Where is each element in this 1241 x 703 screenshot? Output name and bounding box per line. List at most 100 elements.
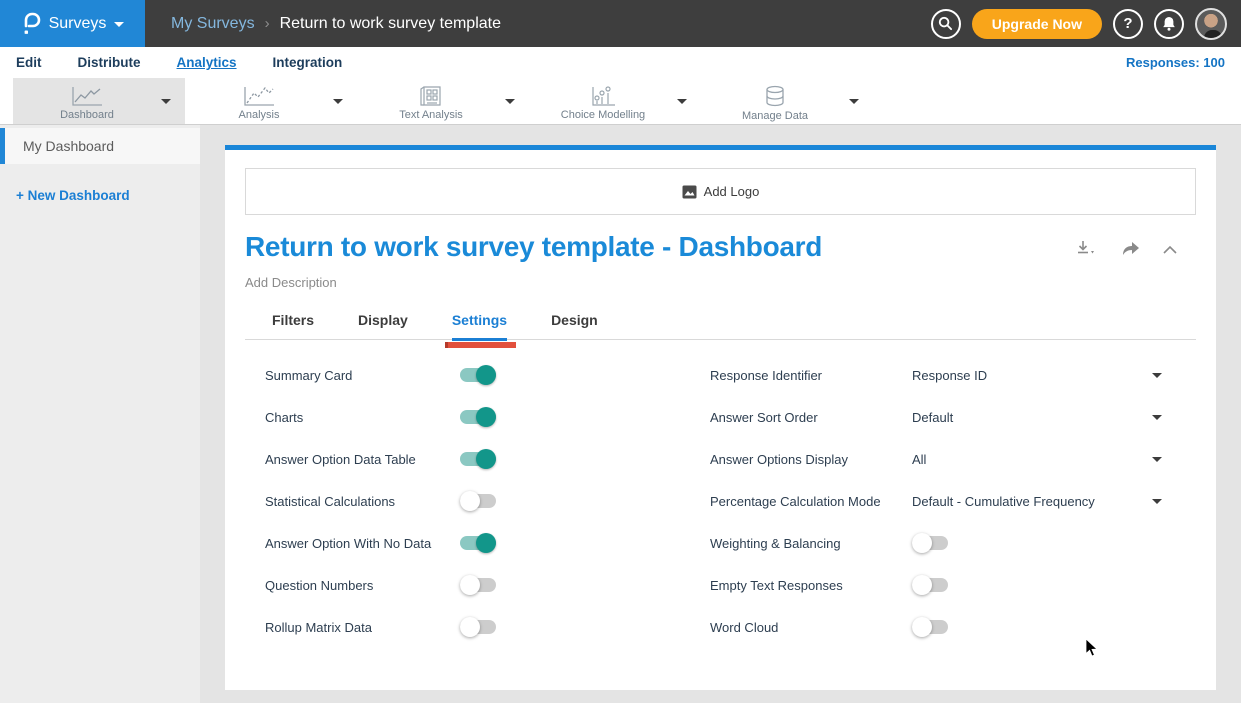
upgrade-now-button[interactable]: Upgrade Now: [972, 9, 1102, 39]
toolbar-item-label: Choice Modelling: [561, 109, 645, 121]
chevron-down-icon: [1152, 457, 1162, 462]
user-avatar[interactable]: [1195, 8, 1227, 40]
toggle-statistical-calculations[interactable]: [460, 491, 496, 511]
toggle-charts[interactable]: [460, 407, 496, 427]
share-button[interactable]: [1120, 240, 1140, 261]
breadcrumb: My Surveys › Return to work survey templ…: [171, 15, 501, 33]
chevron-down-icon[interactable]: [161, 99, 171, 104]
add-logo-label: Add Logo: [704, 184, 760, 199]
tab-settings[interactable]: Settings: [452, 312, 507, 341]
app-menu-surveys[interactable]: Surveys: [0, 0, 145, 47]
red-highlight-annotation: [445, 342, 516, 348]
toggle-word-cloud[interactable]: [912, 617, 948, 637]
select-value: Default: [912, 410, 953, 425]
toolbar-item-text-analysis[interactable]: Text Analysis: [357, 78, 529, 124]
tab-filters[interactable]: Filters: [272, 312, 314, 339]
line-chart-icon: [69, 85, 105, 107]
chevron-down-icon: [1152, 415, 1162, 420]
toggle-summary-card[interactable]: [460, 365, 496, 385]
setting-label: Summary Card: [265, 368, 352, 383]
select-answer-options-display[interactable]: All: [912, 452, 1162, 467]
toolbar-item-label: Analysis: [239, 109, 280, 121]
nav-tab-distribute[interactable]: Distribute: [78, 55, 141, 70]
setting-label: Weighting & Balancing: [710, 536, 841, 551]
sidebar-item-my-dashboard[interactable]: My Dashboard: [0, 128, 200, 164]
top-header: Surveys My Surveys › Return to work surv…: [0, 0, 1241, 47]
app-menu-label: Surveys: [49, 15, 107, 33]
breadcrumb-current: Return to work survey template: [280, 15, 501, 33]
setting-label: Charts: [265, 410, 303, 425]
question-mark-icon: ?: [1123, 15, 1132, 32]
toolbar-item-dashboard[interactable]: Dashboard: [13, 78, 185, 124]
dashboard-sidebar: My Dashboard + New Dashboard: [0, 125, 200, 703]
setting-label: Answer Option With No Data: [265, 536, 431, 551]
settings-panel: Summary Card Response Identifier Respons…: [245, 340, 1196, 648]
notifications-button[interactable]: [1154, 9, 1184, 39]
setting-label: Question Numbers: [265, 578, 373, 593]
toggle-weighting-balancing[interactable]: [912, 533, 948, 553]
nav-tab-integration[interactable]: Integration: [273, 55, 343, 70]
settings-tab-bar: Filters Display Settings Design: [245, 312, 1196, 340]
new-dashboard-button[interactable]: + New Dashboard: [16, 188, 130, 203]
search-icon: [938, 16, 953, 31]
chevron-down-icon: [1152, 373, 1162, 378]
database-icon: [763, 85, 787, 108]
search-button[interactable]: [931, 9, 961, 39]
responses-count: Responses: 100: [1126, 55, 1225, 70]
toolbar-item-manage-data[interactable]: Manage Data: [701, 78, 873, 124]
download-button[interactable]: [1076, 239, 1098, 262]
nav-tab-analytics[interactable]: Analytics: [177, 55, 237, 70]
toggle-answer-option-data-table[interactable]: [460, 449, 496, 469]
select-response-identifier[interactable]: Response ID: [912, 368, 1162, 383]
help-button[interactable]: ?: [1113, 9, 1143, 39]
share-icon: [1120, 240, 1140, 256]
setting-label: Answer Options Display: [710, 452, 848, 467]
chevron-down-icon[interactable]: [505, 99, 515, 104]
toolbar-item-analysis[interactable]: Analysis: [185, 78, 357, 124]
toggle-empty-text-responses[interactable]: [912, 575, 948, 595]
document-grid-icon: [418, 85, 444, 107]
scatter-chart-icon: [585, 85, 621, 107]
toolbar-item-label: Text Analysis: [399, 109, 463, 121]
collapse-button[interactable]: [1162, 242, 1178, 260]
trend-chart-icon: [241, 85, 277, 107]
tab-design[interactable]: Design: [551, 312, 598, 339]
questionpro-logo-icon: [21, 12, 41, 36]
select-percentage-calculation-mode[interactable]: Default - Cumulative Frequency: [912, 494, 1162, 509]
setting-label: Answer Sort Order: [710, 410, 818, 425]
select-value: All: [912, 452, 926, 467]
breadcrumb-separator: ›: [265, 15, 270, 32]
tab-display[interactable]: Display: [358, 312, 408, 339]
survey-nav: Edit Distribute Analytics Integration Re…: [0, 47, 1241, 78]
setting-label: Rollup Matrix Data: [265, 620, 372, 635]
add-description-field[interactable]: Add Description: [245, 275, 1196, 290]
toolbar-item-label: Dashboard: [60, 109, 114, 121]
toggle-rollup-matrix-data[interactable]: [460, 617, 496, 637]
tab-settings-label: Settings: [452, 312, 507, 328]
setting-label: Percentage Calculation Mode: [710, 494, 881, 509]
page-title[interactable]: Return to work survey template - Dashboa…: [245, 231, 822, 263]
nav-tab-edit[interactable]: Edit: [16, 55, 42, 70]
image-icon: [682, 185, 697, 199]
setting-label: Word Cloud: [710, 620, 778, 635]
chevron-up-icon: [1162, 245, 1178, 255]
chevron-down-icon[interactable]: [677, 99, 687, 104]
add-logo-button[interactable]: Add Logo: [245, 168, 1196, 215]
chevron-down-icon: [114, 22, 124, 27]
select-value: Response ID: [912, 368, 987, 383]
dashboard-card: Add Logo Return to work survey template …: [225, 145, 1216, 690]
select-answer-sort-order[interactable]: Default: [912, 410, 1162, 425]
setting-label: Answer Option Data Table: [265, 452, 416, 467]
toolbar-item-choice-modelling[interactable]: Choice Modelling: [529, 78, 701, 124]
toolbar-item-label: Manage Data: [742, 110, 808, 122]
setting-label: Response Identifier: [710, 368, 822, 383]
chevron-down-icon: [1152, 499, 1162, 504]
analytics-toolbar: Dashboard Analysis Text Analysis Choice …: [0, 78, 1241, 125]
chevron-down-icon[interactable]: [849, 99, 859, 104]
toggle-question-numbers[interactable]: [460, 575, 496, 595]
chevron-down-icon[interactable]: [333, 99, 343, 104]
select-value: Default - Cumulative Frequency: [912, 494, 1095, 509]
download-icon: [1076, 239, 1098, 257]
breadcrumb-my-surveys[interactable]: My Surveys: [171, 15, 255, 33]
toggle-answer-option-with-no-data[interactable]: [460, 533, 496, 553]
